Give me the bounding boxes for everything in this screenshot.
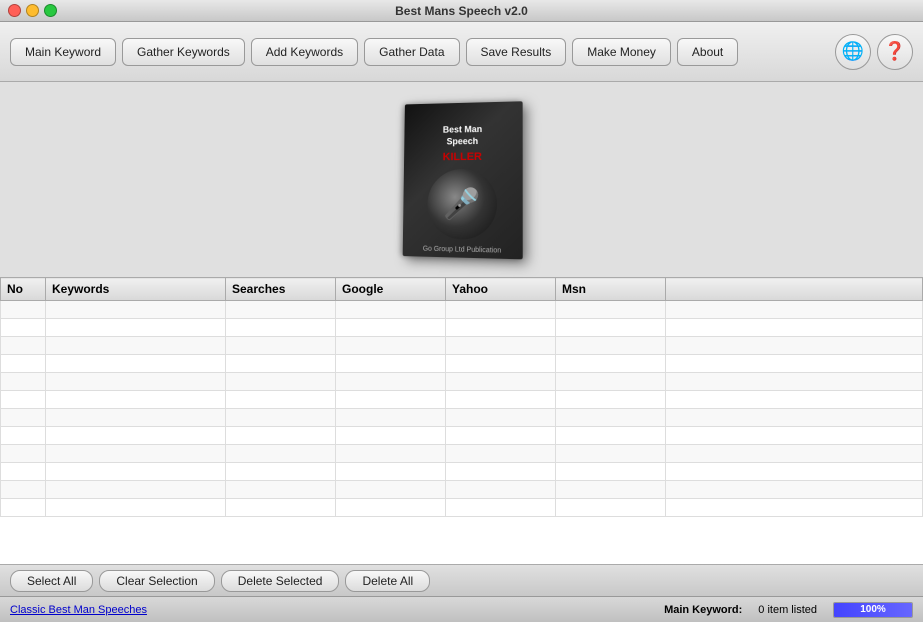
col-no: No (1, 278, 46, 301)
table-row (1, 445, 923, 463)
delete-all-button[interactable]: Delete All (345, 570, 430, 592)
table-row (1, 391, 923, 409)
main-keyword-button[interactable]: Main Keyword (10, 38, 116, 66)
globe-icon-button[interactable]: 🌐 (835, 34, 871, 70)
progress-bar-container: 100% (833, 602, 913, 618)
book-cover: Best Man Speech KILLER 🎤 Go Group Ltd Pu… (402, 101, 522, 259)
help-icon: ❓ (884, 41, 906, 62)
table-row (1, 337, 923, 355)
status-link[interactable]: Classic Best Man Speeches (10, 604, 147, 616)
table-row (1, 373, 923, 391)
table-row (1, 427, 923, 445)
items-listed: 0 item listed (758, 604, 817, 616)
data-table: No Keywords Searches Google Yahoo Msn (0, 277, 923, 517)
add-keywords-button[interactable]: Add Keywords (251, 38, 358, 66)
toolbar-icons: 🌐 ❓ (835, 34, 913, 70)
progress-bar-fill: 100% (834, 603, 912, 617)
book-publisher: Go Group Ltd Publication (422, 246, 501, 255)
delete-selected-button[interactable]: Delete Selected (221, 570, 340, 592)
table-row (1, 319, 923, 337)
microphone-icon: 🎤 (427, 169, 497, 240)
title-bar: Best Mans Speech v2.0 (0, 0, 923, 22)
help-icon-button[interactable]: ❓ (877, 34, 913, 70)
toolbar: Main Keyword Gather Keywords Add Keyword… (0, 22, 923, 82)
main-area: Best Man Speech KILLER 🎤 Go Group Ltd Pu… (0, 82, 923, 564)
table-row (1, 301, 923, 319)
col-searches: Searches (226, 278, 336, 301)
gather-data-button[interactable]: Gather Data (364, 38, 459, 66)
status-bar: Classic Best Man Speeches Main Keyword: … (0, 596, 923, 622)
col-google: Google (336, 278, 446, 301)
save-results-button[interactable]: Save Results (466, 38, 567, 66)
data-table-container[interactable]: No Keywords Searches Google Yahoo Msn (0, 277, 923, 564)
about-button[interactable]: About (677, 38, 738, 66)
select-all-button[interactable]: Select All (10, 570, 93, 592)
table-row (1, 355, 923, 373)
progress-percent: 100% (860, 604, 886, 615)
gather-keywords-button[interactable]: Gather Keywords (122, 38, 245, 66)
globe-icon: 🌐 (842, 41, 864, 62)
image-area: Best Man Speech KILLER 🎤 Go Group Ltd Pu… (0, 82, 923, 277)
table-row (1, 409, 923, 427)
bottom-toolbar: Select All Clear Selection Delete Select… (0, 564, 923, 596)
close-button[interactable] (8, 4, 21, 17)
col-msn: Msn (556, 278, 666, 301)
make-money-button[interactable]: Make Money (572, 38, 671, 66)
clear-selection-button[interactable]: Clear Selection (99, 570, 214, 592)
book-title: Best Man Speech (438, 120, 486, 152)
table-row (1, 499, 923, 517)
table-row (1, 481, 923, 499)
window-title: Best Mans Speech v2.0 (395, 4, 528, 18)
maximize-button[interactable] (44, 4, 57, 17)
col-yahoo: Yahoo (446, 278, 556, 301)
main-keyword-label: Main Keyword: (664, 604, 742, 616)
table-row (1, 463, 923, 481)
minimize-button[interactable] (26, 4, 39, 17)
book-killer: KILLER (442, 151, 481, 163)
window-controls[interactable] (8, 4, 57, 17)
status-right: Main Keyword: 0 item listed 100% (664, 602, 913, 618)
col-extra (666, 278, 923, 301)
col-keywords: Keywords (46, 278, 226, 301)
